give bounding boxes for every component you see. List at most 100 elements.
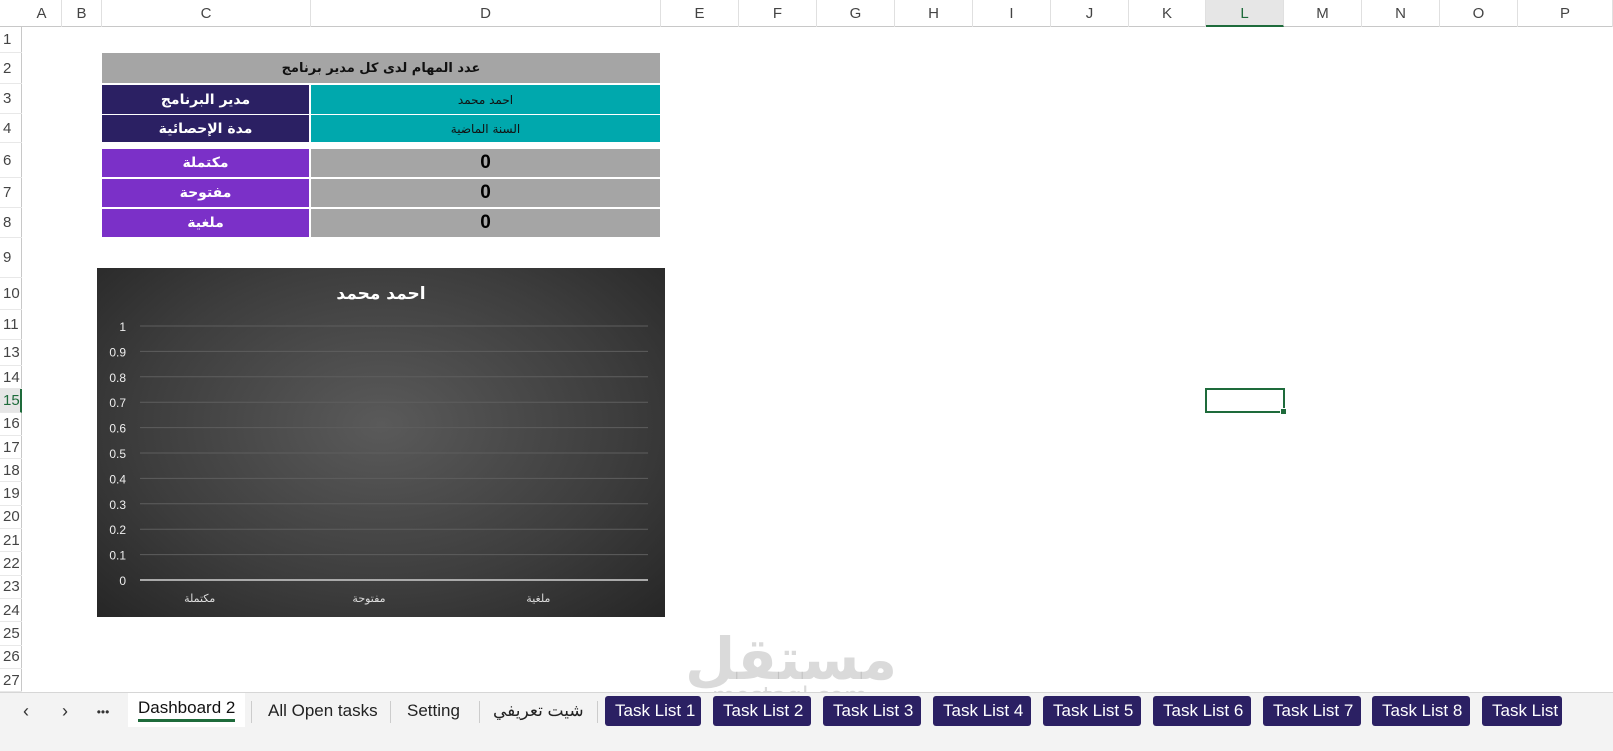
y-tick-label: 0.3: [109, 498, 126, 512]
cancelled-label[interactable]: ملغية: [102, 209, 309, 237]
sheet-tab-8[interactable]: Task List 5: [1043, 696, 1141, 726]
selected-cell[interactable]: [1205, 388, 1287, 415]
sheet-tab-label: Task List 5: [1053, 701, 1134, 720]
column-header-A[interactable]: A: [22, 0, 62, 27]
row-header-14[interactable]: 14: [0, 366, 22, 390]
row-header-20[interactable]: 20: [0, 506, 22, 530]
row-header-16[interactable]: 16: [0, 413, 22, 436]
sheet-tab-4[interactable]: Task List 1: [605, 696, 701, 726]
sheet-tab-label: Task List 6: [1163, 701, 1244, 720]
sheet-tab-label: Task List 8: [1382, 701, 1463, 720]
row-header-17[interactable]: 17: [0, 436, 22, 460]
column-header-P[interactable]: P: [1518, 0, 1613, 27]
sheet-tab-12[interactable]: Task List 9: [1482, 696, 1562, 726]
sheet-tab-label: Dashboard 2: [138, 698, 236, 722]
column-header-O[interactable]: O: [1440, 0, 1518, 27]
period-label[interactable]: مدة الإحصائية: [102, 115, 309, 142]
column-header-E[interactable]: E: [661, 0, 739, 27]
open-label[interactable]: مفتوحة: [102, 179, 309, 207]
row-header-23[interactable]: 23: [0, 576, 22, 599]
sheet-tab-9[interactable]: Task List 6: [1153, 696, 1251, 726]
sheet-tab-label: Task List 7: [1273, 701, 1354, 720]
row-header-2[interactable]: 2: [0, 53, 22, 84]
row-header-11[interactable]: 11: [0, 310, 22, 340]
y-tick-label: 0: [119, 574, 126, 588]
sheet-tab-label: Task List 4: [943, 701, 1024, 720]
tab-separator: [390, 701, 391, 723]
y-tick-label: 0.2: [109, 523, 126, 537]
column-header-G[interactable]: G: [817, 0, 895, 27]
y-tick-label: 0.9: [109, 345, 126, 359]
row-header-4[interactable]: 4: [0, 114, 22, 143]
sheet-tab-0[interactable]: Dashboard 2: [128, 693, 245, 727]
chart-title: احمد محمد: [336, 284, 425, 304]
row-header-19[interactable]: 19: [0, 483, 22, 506]
column-header-K[interactable]: K: [1129, 0, 1206, 27]
y-tick-label: 0.1: [109, 549, 126, 563]
sheet-tab-3[interactable]: شيت تعريفي: [483, 696, 591, 726]
row-header-24[interactable]: 24: [0, 599, 22, 623]
column-header-L[interactable]: L: [1206, 0, 1284, 27]
y-tick-label: 0.8: [109, 371, 126, 385]
column-header-N[interactable]: N: [1362, 0, 1440, 27]
row-header-10[interactable]: 10: [0, 278, 22, 310]
row-header-8[interactable]: 8: [0, 208, 22, 238]
row-header-22[interactable]: 22: [0, 552, 22, 576]
tasks-chart[interactable]: احمد محمد 0 0.1 0.2 0.3 0.4 0.5 0.6 0.7 0.8 0.9 1 مك…: [97, 268, 665, 617]
tab-separator: [251, 701, 252, 723]
sheet-tab-label: Task List 1: [615, 701, 696, 720]
sheet-tab-7[interactable]: Task List 4: [933, 696, 1031, 726]
sheet-tab-1[interactable]: All Open tasks: [258, 696, 384, 726]
row-header-26[interactable]: 26: [0, 646, 22, 669]
row-header-25[interactable]: 25: [0, 622, 22, 646]
row-header-15[interactable]: 15: [0, 389, 22, 413]
row-header-7[interactable]: 7: [0, 178, 22, 208]
open-value[interactable]: 0: [311, 179, 660, 207]
prev-sheet-icon[interactable]: ‹: [14, 701, 38, 722]
manager-value[interactable]: احمد محمد: [311, 85, 660, 114]
next-sheet-icon[interactable]: ›: [53, 701, 77, 722]
x-tick-label: ملغية: [526, 592, 550, 605]
sheet-tab-5[interactable]: Task List 2: [713, 696, 811, 726]
column-header-B[interactable]: B: [62, 0, 102, 27]
row-header-9[interactable]: 9: [0, 238, 22, 278]
row-header-13[interactable]: 13: [0, 340, 22, 366]
column-header-H[interactable]: H: [895, 0, 973, 27]
sheet-tab-label: All Open tasks: [268, 701, 378, 720]
row-header-18[interactable]: 18: [0, 459, 22, 483]
row-header-3[interactable]: 3: [0, 84, 22, 114]
column-header-M[interactable]: M: [1284, 0, 1362, 27]
table-title[interactable]: عدد المهام لدى كل مدير برنامج: [102, 53, 660, 83]
tab-separator: [597, 701, 598, 723]
sheet-tab-6[interactable]: Task List 3: [823, 696, 921, 726]
more-sheets-icon[interactable]: •••: [91, 705, 115, 719]
y-tick-label: 0.4: [109, 472, 126, 486]
column-header-C[interactable]: C: [102, 0, 311, 27]
sheet-tab-10[interactable]: Task List 7: [1263, 696, 1361, 726]
cancelled-value[interactable]: 0: [311, 209, 660, 237]
y-tick-label: 0.5: [109, 447, 126, 461]
manager-label[interactable]: مدير البرنامج: [102, 85, 309, 114]
column-headers: ABCDEFGHIJKLMNOP: [0, 0, 1613, 27]
sheet-tab-label: Setting: [407, 701, 460, 720]
completed-value[interactable]: 0: [311, 149, 660, 177]
tab-separator: [479, 701, 480, 723]
column-header-F[interactable]: F: [739, 0, 817, 27]
chart-svg: احمد محمد 0 0.1 0.2 0.3 0.4 0.5 0.6 0.7 0.8 0.9 1 مك…: [109, 284, 648, 605]
column-header-J[interactable]: J: [1051, 0, 1129, 27]
column-header-I[interactable]: I: [973, 0, 1051, 27]
row-header-1[interactable]: 1: [0, 27, 22, 53]
row-header-6[interactable]: 6: [0, 143, 22, 178]
sheet-tab-label: شيت تعريفي: [493, 701, 584, 720]
x-tick-label: مكتملة: [184, 592, 215, 605]
row-header-27[interactable]: 27: [0, 669, 22, 693]
sheet-tab-bar: ‹ › ••• Dashboard 2 All Open tasks Setting…: [0, 692, 1613, 751]
sheet-tab-2[interactable]: Setting: [397, 696, 473, 726]
completed-label[interactable]: مكتملة: [102, 149, 309, 177]
period-value[interactable]: السنة الماضية: [311, 115, 660, 142]
sheet-tab-11[interactable]: Task List 8: [1372, 696, 1470, 726]
y-tick-label: 0.7: [109, 396, 126, 410]
column-header-D[interactable]: D: [311, 0, 661, 27]
y-tick-label: 0.6: [109, 422, 126, 436]
row-header-21[interactable]: 21: [0, 529, 22, 553]
